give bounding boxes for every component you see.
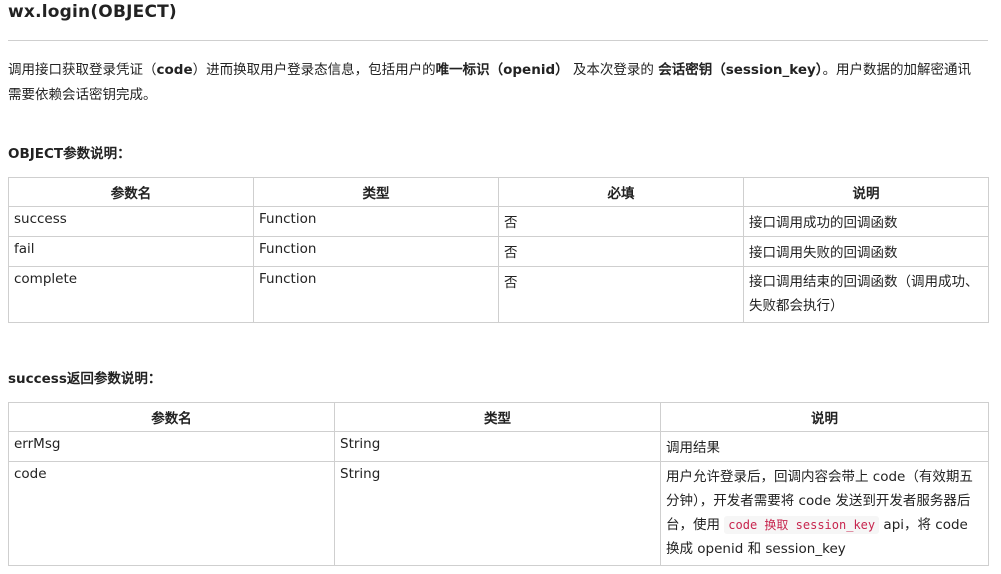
col-header-name: 参数名	[8, 402, 335, 432]
intro-text-1: 调用接口获取登录凭证（	[8, 62, 157, 78]
cell-param-desc: 用户允许登录后，回调内容会带上 code（有效期五分钟），开发者需要将 code…	[660, 461, 989, 566]
cell-param-type: Function	[253, 236, 499, 267]
col-header-desc: 说明	[743, 177, 989, 207]
intro-paragraph: 调用接口获取登录凭证（code）进而换取用户登录态信息，包括用户的唯一标识（op…	[8, 58, 983, 108]
table-row: success Function 否 接口调用成功的回调函数	[8, 206, 989, 237]
intro-text-3: 及本次登录的	[572, 62, 654, 78]
cell-param-required: 否	[498, 206, 744, 237]
inline-code-snippet: code 换取 session_key	[724, 516, 880, 534]
page-title: wx.login(OBJECT)	[8, 2, 177, 22]
cell-param-type: String	[334, 431, 661, 462]
success-params-table: 参数名 类型 说明 errMsg String 调用结果 code String…	[8, 402, 989, 566]
success-section-heading: success返回参数说明：	[8, 367, 161, 387]
success-heading-rest: 返回参数说明：	[66, 371, 162, 387]
cell-param-required: 否	[498, 266, 744, 323]
object-heading-rest: 参数说明：	[63, 146, 131, 162]
cell-param-name: errMsg	[8, 431, 335, 462]
table-row: errMsg String 调用结果	[8, 431, 989, 462]
table-header-row: 参数名 类型 必填 说明	[8, 177, 989, 207]
cell-param-name: fail	[8, 236, 254, 267]
table-row: complete Function 否 接口调用结束的回调函数（调用成功、失败都…	[8, 266, 989, 323]
col-header-name: 参数名	[8, 177, 254, 207]
cell-param-type: Function	[253, 206, 499, 237]
cell-param-desc: 接口调用结束的回调函数（调用成功、失败都会执行）	[743, 266, 989, 323]
title-divider	[8, 40, 988, 41]
cell-param-required: 否	[498, 236, 744, 267]
intro-code-word: code	[156, 62, 193, 78]
success-heading-bold: success	[8, 371, 67, 387]
cell-param-desc: 调用结果	[660, 431, 989, 462]
object-heading-bold: OBJECT	[8, 146, 64, 162]
cell-param-name: complete	[8, 266, 254, 323]
object-params-table: 参数名 类型 必填 说明 success Function 否 接口调用成功的回…	[8, 177, 989, 323]
table-row: fail Function 否 接口调用失败的回调函数	[8, 236, 989, 267]
col-header-desc: 说明	[660, 402, 989, 432]
col-header-type: 类型	[334, 402, 661, 432]
object-section-heading: OBJECT参数说明：	[8, 142, 131, 162]
intro-unique-id: 唯一标识（openid）	[435, 62, 569, 78]
cell-param-desc: 接口调用成功的回调函数	[743, 206, 989, 237]
cell-param-desc: 接口调用失败的回调函数	[743, 236, 989, 267]
intro-text-2: ）进而换取用户登录态信息，包括用户的	[192, 62, 436, 78]
cell-param-name: code	[8, 461, 335, 566]
col-header-required: 必填	[498, 177, 744, 207]
cell-param-type: String	[334, 461, 661, 566]
table-header-row: 参数名 类型 说明	[8, 402, 989, 432]
cell-param-name: success	[8, 206, 254, 237]
col-header-type: 类型	[253, 177, 499, 207]
intro-session-key: 会话密钥（session_key）	[658, 62, 823, 78]
table-row: code String 用户允许登录后，回调内容会带上 code（有效期五分钟）…	[8, 461, 989, 566]
cell-param-type: Function	[253, 266, 499, 323]
